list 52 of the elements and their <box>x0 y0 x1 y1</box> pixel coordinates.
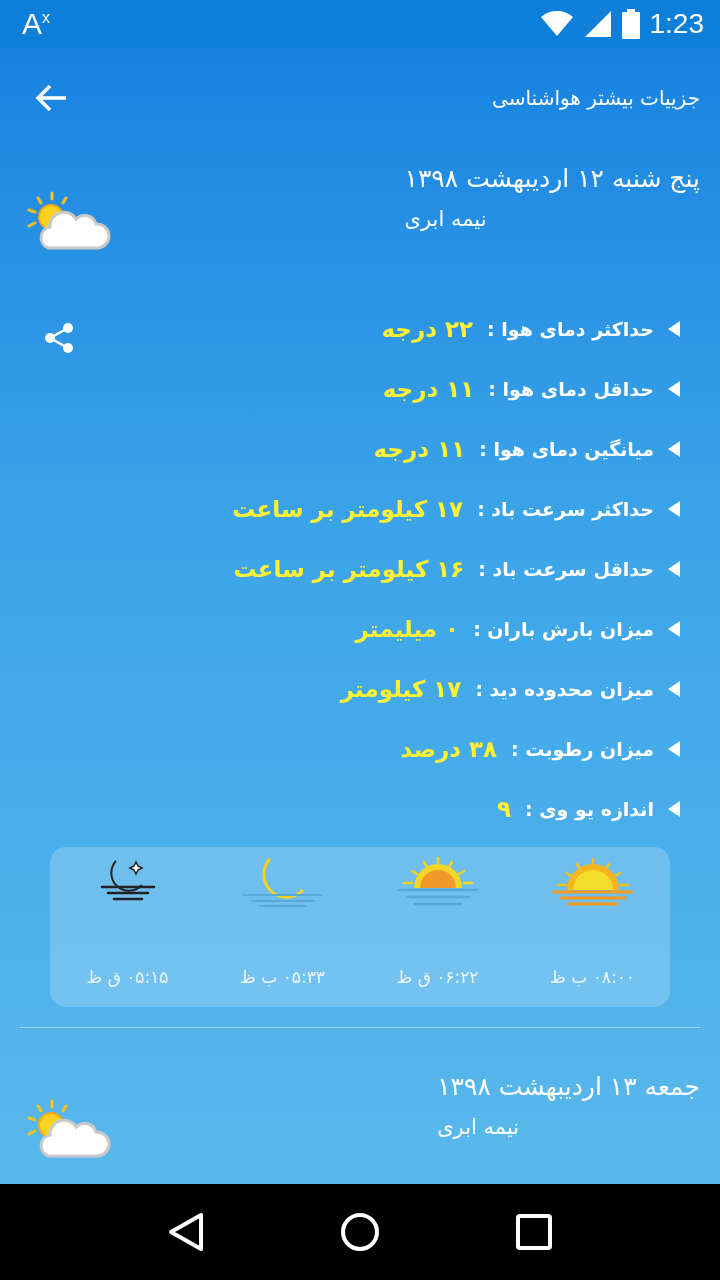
bullet-icon <box>668 380 680 397</box>
home-nav-icon[interactable] <box>340 1212 380 1252</box>
detail-label: حداکثر دمای هوا : <box>487 317 654 340</box>
moon-icon <box>241 857 324 907</box>
bullet-icon <box>668 680 680 697</box>
signal-icon <box>583 10 612 38</box>
detail-label: میزان بارش باران : <box>473 617 654 640</box>
detail-value: ۰ میلیمتر <box>355 615 460 642</box>
detail-label: حداقل دمای هوا : <box>488 377 654 400</box>
detail-value: ۱۱ درجه <box>373 435 466 462</box>
event-time: ۰۸:۰۰ ب ظ <box>550 967 635 987</box>
forecast-date: پنج شنبه ۱۲ اردیبهشت ۱۳۹۸ <box>404 164 700 193</box>
share-icon <box>44 322 74 354</box>
sunrise-icon <box>551 857 634 907</box>
detail-value: ۹ <box>496 795 511 822</box>
detail-value: ۲۲ درجه <box>381 315 474 342</box>
forecast-date: جمعه ۱۳ اردیبهشت ۱۳۹۸ <box>437 1072 700 1101</box>
event-time: ۰۶:۲۲ ق ظ <box>396 967 479 987</box>
detail-value: ۳۸ درصد <box>400 735 498 762</box>
event-time: ۰۵:۳۳ ب ظ <box>240 967 325 987</box>
screen-title: جزییات بیشتر هواشناسی <box>492 86 700 110</box>
share-button[interactable] <box>44 322 74 354</box>
battery-icon <box>621 9 640 39</box>
wifi-icon <box>539 11 574 37</box>
detail-label: میزان محدوده دید : <box>475 677 654 700</box>
sunset-icon <box>396 857 479 907</box>
bullet-icon <box>668 560 680 577</box>
partly-cloudy-icon <box>26 190 112 252</box>
event-time: ۰۵:۱۵ ق ظ <box>86 967 169 987</box>
detail-value: ۱۱ درجه <box>382 375 475 402</box>
weather-condition: نیمه ابری <box>437 1115 520 1139</box>
recents-nav-icon[interactable] <box>516 1214 552 1250</box>
bullet-icon <box>668 740 680 757</box>
back-arrow-icon <box>34 83 68 113</box>
bullet-icon <box>668 800 680 817</box>
detail-label: حداقل سرعت باد : <box>478 557 654 580</box>
bullet-icon <box>668 440 680 457</box>
bullet-icon <box>668 620 680 637</box>
detail-value: ۱۷ کیلومتر بر ساعت <box>232 495 464 522</box>
back-nav-icon[interactable] <box>168 1212 204 1252</box>
detail-value: ۱۶ کیلومتر بر ساعت <box>233 555 465 582</box>
detail-label: میانگین دمای هوا : <box>479 437 654 460</box>
clock-time: 1:23 <box>649 8 704 40</box>
partly-cloudy-icon <box>26 1098 112 1160</box>
bullet-icon <box>668 320 680 337</box>
notification-icon: A$^{x}$ <box>22 7 530 41</box>
detail-label: میزان رطوبت : <box>511 737 654 760</box>
detail-value: ۱۷ کیلومتر <box>340 675 462 702</box>
weather-condition: نیمه ابری <box>404 207 487 231</box>
detail-label: حداکثر سرعت باد : <box>477 497 654 520</box>
bullet-icon <box>668 500 680 517</box>
detail-label: اندازه یو وی : <box>525 797 654 820</box>
